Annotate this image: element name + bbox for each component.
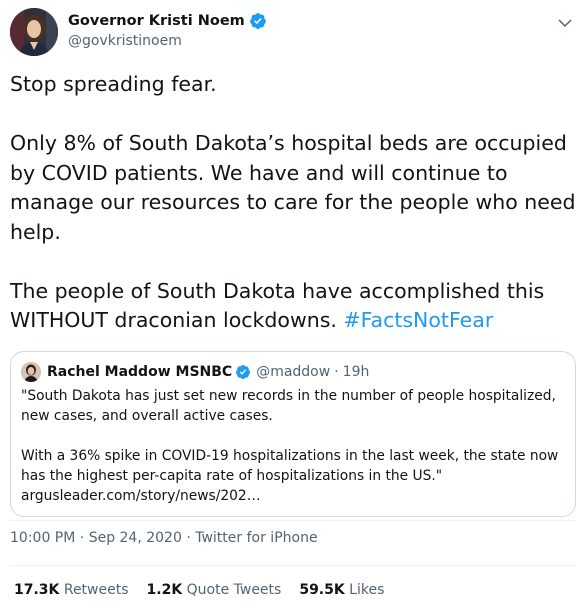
avatar-image	[10, 8, 58, 56]
hashtag-link[interactable]: #FactsNotFear	[343, 308, 493, 332]
quoted-timestamp[interactable]: 19h	[343, 364, 370, 380]
author-display-name[interactable]: Governor Kristi Noem	[68, 13, 245, 29]
quoted-verified-badge-icon	[236, 365, 251, 379]
quoted-avatar-image	[21, 362, 41, 382]
likes-count: 59.5K	[299, 582, 345, 598]
tweet-metadata: 10:00 PM · Sep 24, 2020 · Twitter for iP…	[10, 530, 318, 546]
meta-separator: ·	[181, 530, 196, 546]
tweet-date[interactable]: Sep 24, 2020	[89, 530, 182, 546]
quoted-handle[interactable]: @maddow	[256, 364, 330, 380]
quoted-display-name[interactable]: Rachel Maddow MSNBC	[47, 364, 232, 380]
divider	[10, 520, 576, 521]
quoted-separator: ·	[334, 364, 339, 380]
tweet-line-1: Stop spreading fear.	[10, 72, 217, 96]
retweets-count: 17.3K	[14, 582, 60, 598]
divider	[10, 565, 576, 566]
retweets-stat[interactable]: 17.3K Retweets	[14, 582, 129, 598]
quoted-avatar[interactable]	[21, 362, 41, 382]
quote-tweets-stat[interactable]: 1.2K Quote Tweets	[147, 582, 282, 598]
quoted-tweet-header: Rachel Maddow MSNBC @maddow · 19h	[21, 362, 369, 382]
tweet-line-2: Only 8% of South Dakota’s hospital beds …	[10, 131, 583, 244]
tweet-time[interactable]: 10:00 PM	[10, 530, 75, 546]
tweet-text: Stop spreading fear. Only 8% of South Da…	[10, 70, 576, 336]
meta-separator: ·	[75, 530, 89, 546]
likes-label: Likes	[344, 582, 385, 598]
tweet-source[interactable]: Twitter for iPhone	[195, 530, 317, 546]
avatar[interactable]	[10, 8, 58, 56]
quoted-tweet-text: "South Dakota has just set new records i…	[21, 388, 559, 504]
chevron-down-icon[interactable]	[556, 14, 574, 32]
author-handle[interactable]: @govkristinoem	[68, 33, 267, 49]
quote-tweets-label: Quote Tweets	[182, 582, 282, 598]
verified-badge-icon	[249, 13, 266, 29]
quote-tweets-count: 1.2K	[146, 582, 183, 598]
quoted-tweet[interactable]: Rachel Maddow MSNBC @maddow · 19h "South…	[10, 351, 576, 517]
likes-stat[interactable]: 59.5K Likes	[299, 582, 384, 598]
tweet-stats: 17.3K Retweets 1.2K Quote Tweets 59.5K L…	[14, 582, 402, 598]
retweets-label: Retweets	[59, 582, 129, 598]
tweet-header: Governor Kristi Noem @govkristinoem	[10, 8, 576, 56]
author-info: Governor Kristi Noem @govkristinoem	[68, 11, 267, 49]
